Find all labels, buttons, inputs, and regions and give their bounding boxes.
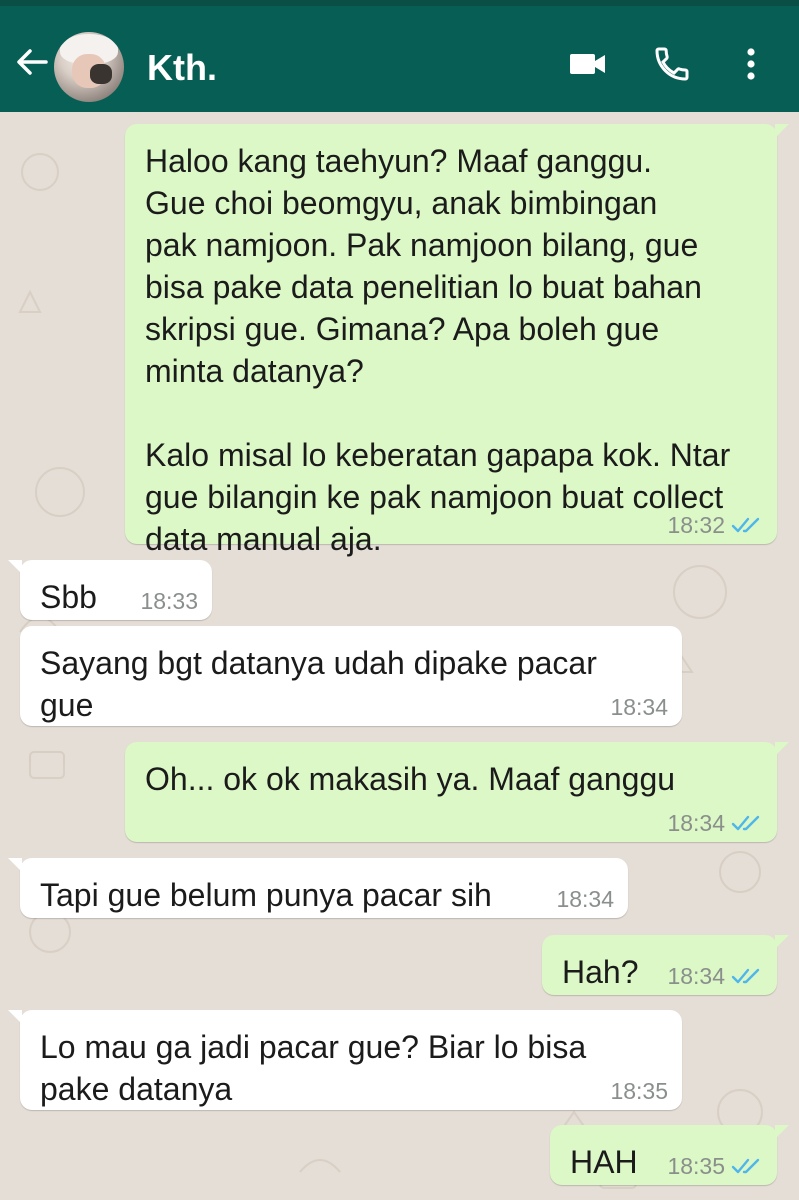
message-timestamp: 18:32 — [667, 512, 725, 538]
message-text: Lo mau ga jadi pacar gue? Biar lo bisa p… — [40, 1029, 587, 1107]
message-text: Tapi gue belum punya pacar sih — [40, 877, 492, 913]
double-check-icon — [731, 967, 763, 985]
voice-call-icon[interactable] — [652, 44, 692, 84]
bubble-tail — [775, 124, 789, 138]
more-options-icon[interactable] — [736, 44, 766, 84]
incoming-message[interactable]: Tapi gue belum punya pacar sih 18:34 — [8, 858, 628, 918]
bubble-tail — [775, 935, 789, 949]
bubble-tail — [775, 742, 789, 756]
back-arrow-icon[interactable] — [14, 44, 50, 80]
chat-header: Kth. — [0, 6, 799, 112]
outgoing-message[interactable]: HAH 18:35 — [550, 1125, 789, 1185]
bubble-tail — [8, 560, 22, 574]
message-text: Haloo kang taehyun? Maaf ganggu. Gue cho… — [145, 143, 731, 557]
message-timestamp: 18:34 — [667, 810, 725, 836]
message-meta: 18:35 — [610, 1078, 668, 1104]
bubble-tail — [8, 1010, 22, 1024]
message-timestamp: 18:34 — [667, 963, 725, 989]
bubble-tail — [8, 858, 22, 872]
incoming-message[interactable]: Sayang bgt datanya udah dipake pacar gue… — [20, 626, 682, 726]
outgoing-message[interactable]: Oh... ok ok makasih ya. Maaf ganggu 18:34 — [125, 742, 789, 842]
message-meta: 18:34 — [667, 963, 763, 989]
incoming-message[interactable]: Sbb 18:33 — [8, 560, 212, 620]
message-meta: 18:34 — [667, 810, 763, 836]
outgoing-message[interactable]: Hah? 18:34 — [542, 935, 789, 995]
avatar[interactable] — [54, 32, 124, 102]
incoming-message[interactable]: Lo mau ga jadi pacar gue? Biar lo bisa p… — [8, 1010, 682, 1110]
double-check-icon — [731, 516, 763, 534]
message-meta: 18:34 — [610, 694, 668, 720]
message-text: Sayang bgt datanya udah dipake pacar gue — [40, 645, 597, 723]
message-text: Oh... ok ok makasih ya. Maaf ganggu — [145, 761, 676, 797]
video-call-icon[interactable] — [568, 44, 608, 84]
message-meta: 18:35 — [667, 1153, 763, 1179]
bubble-tail — [775, 1125, 789, 1139]
message-timestamp: 18:33 — [140, 588, 198, 614]
message-timestamp: 18:35 — [667, 1153, 725, 1179]
double-check-icon — [731, 1157, 763, 1175]
message-timestamp: 18:35 — [610, 1078, 668, 1104]
message-meta: 18:33 — [140, 588, 198, 614]
contact-name[interactable]: Kth. — [147, 48, 217, 88]
outgoing-message[interactable]: Haloo kang taehyun? Maaf ganggu. Gue cho… — [125, 124, 789, 557]
message-meta: 18:32 — [667, 512, 763, 538]
message-timestamp: 18:34 — [556, 886, 614, 912]
double-check-icon — [731, 814, 763, 832]
message-timestamp: 18:34 — [610, 694, 668, 720]
message-meta: 18:34 — [556, 886, 614, 912]
